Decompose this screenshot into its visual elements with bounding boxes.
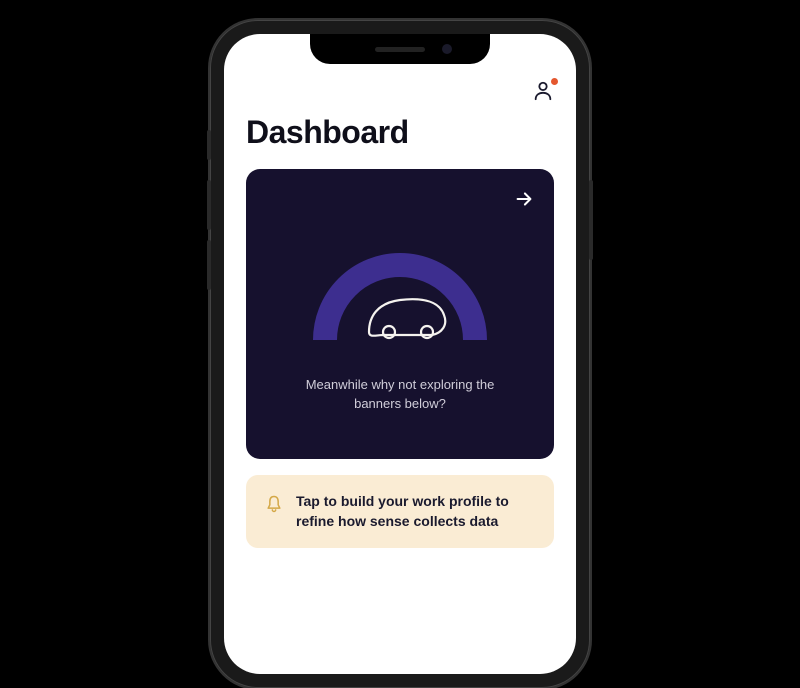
work-profile-banner[interactable]: Tap to build your work profile to refine…	[246, 475, 554, 548]
page-title: Dashboard	[246, 114, 554, 151]
gauge-graphic	[300, 225, 500, 355]
hero-arrow-button[interactable]	[510, 185, 538, 213]
hero-card[interactable]: Meanwhile why not exploring the banners …	[246, 169, 554, 459]
phone-frame: Dashboard Meanwhile why not exploring	[210, 20, 590, 688]
hero-card-message: Meanwhile why not exploring the banners …	[290, 375, 510, 414]
phone-screen: Dashboard Meanwhile why not exploring	[224, 34, 576, 674]
banner-text: Tap to build your work profile to refine…	[296, 491, 536, 532]
phone-notch	[310, 34, 490, 64]
arrow-right-icon	[513, 188, 535, 210]
notification-dot-icon	[551, 78, 558, 85]
bell-icon	[264, 493, 284, 515]
phone-side-button	[207, 180, 211, 230]
profile-button[interactable]	[532, 80, 554, 102]
app-content: Dashboard Meanwhile why not exploring	[224, 34, 576, 548]
phone-side-button	[589, 180, 593, 260]
phone-side-button	[207, 240, 211, 290]
gauge-arc-icon	[300, 225, 500, 355]
phone-side-button	[207, 130, 211, 160]
notch-speaker	[375, 47, 425, 52]
header-row	[246, 76, 554, 106]
notch-camera	[442, 44, 452, 54]
